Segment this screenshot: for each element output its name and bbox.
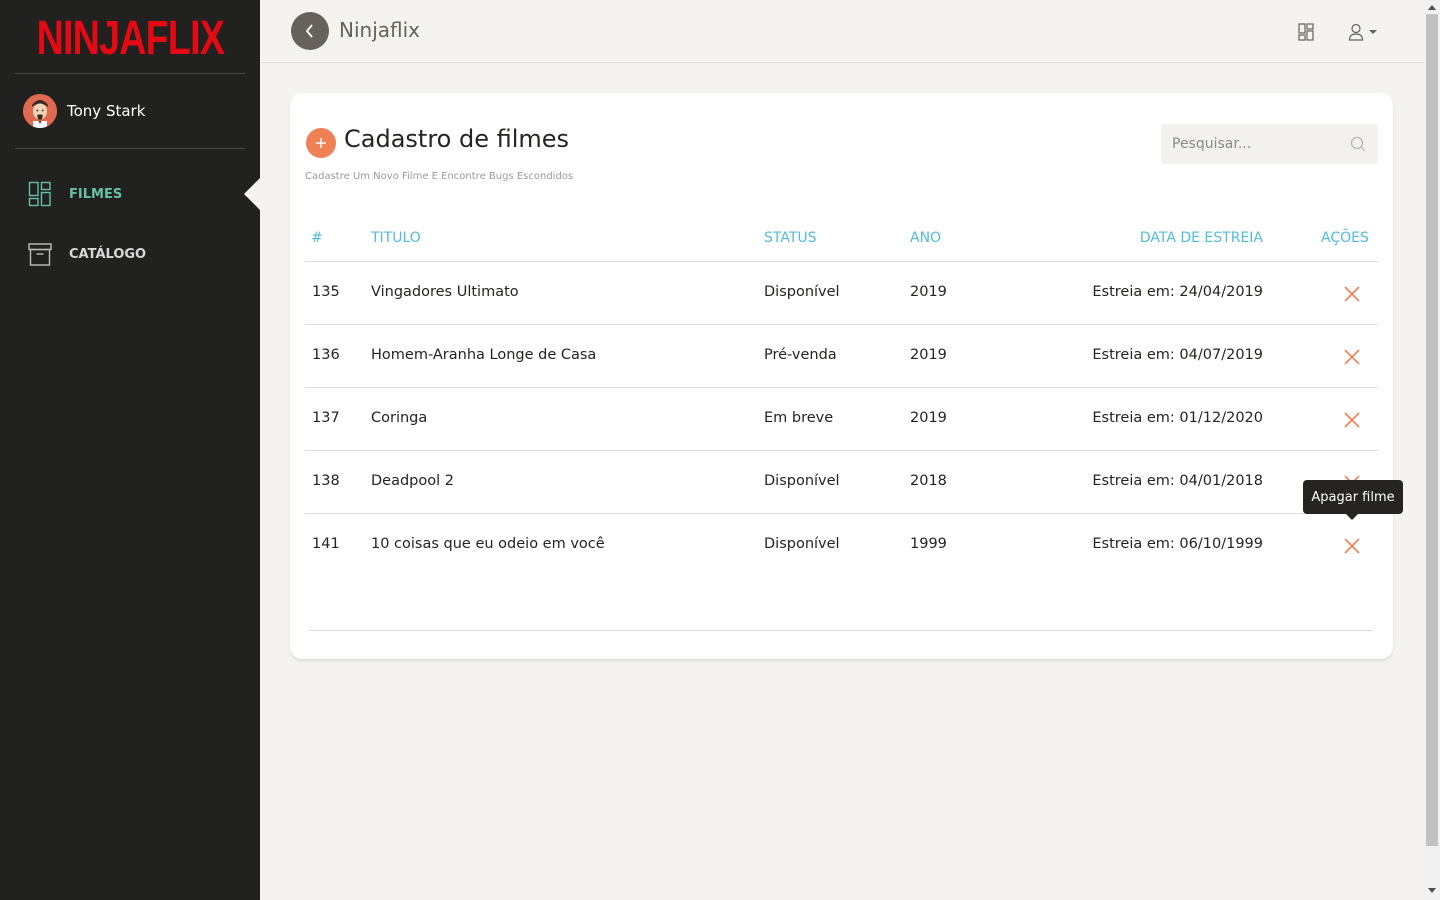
cell-title: Homem-Aranha Longe de Casa — [371, 347, 597, 363]
th-year: ANO — [910, 230, 942, 246]
tooltip-text: Apagar filme — [1311, 489, 1395, 505]
table-row: 135 Vingadores Ultimato Disponível 2019 … — [305, 261, 1378, 324]
scroll-down-icon[interactable] — [1428, 888, 1436, 893]
archive-icon — [28, 241, 52, 267]
cell-title: Coringa — [371, 410, 428, 426]
topbar: Ninjaflix — [260, 0, 1424, 63]
cell-release: Estreia em: 04/07/2019 — [1092, 347, 1263, 363]
add-movie-button[interactable] — [306, 128, 336, 158]
scrollbar[interactable] — [1424, 0, 1440, 900]
sidebar-item-label: CATÁLOGO — [69, 246, 147, 262]
cell-status: Disponível — [764, 473, 840, 489]
scroll-up-icon[interactable] — [1428, 5, 1436, 10]
delete-icon[interactable] — [1344, 349, 1360, 365]
back-button[interactable] — [291, 12, 329, 50]
sidebar: NINJAFLIX Tony Stark FILMES CATÁLOGO — [0, 0, 260, 900]
user-profile[interactable]: Tony Stark — [15, 74, 245, 149]
table-row: 136 Homem-Aranha Longe de Casa Pré-venda… — [305, 324, 1378, 387]
caret-down-icon — [1369, 30, 1377, 34]
cell-year: 2018 — [910, 473, 947, 489]
cell-id: 138 — [312, 473, 340, 489]
tooltip: Apagar filme — [1303, 480, 1403, 520]
chevron-left-icon — [305, 24, 313, 38]
page-title: Ninjaflix — [339, 18, 420, 42]
active-indicator — [244, 178, 260, 210]
cell-year: 2019 — [910, 347, 947, 363]
cell-status: Pré-venda — [764, 347, 837, 363]
table-row: 141 10 coisas que eu odeio em você Dispo… — [305, 513, 1378, 576]
th-id: # — [311, 230, 323, 246]
user-icon — [1348, 23, 1364, 41]
delete-icon[interactable] — [1344, 412, 1360, 428]
cell-id: 136 — [312, 347, 340, 363]
sidebar-item-catalogo[interactable]: CATÁLOGO — [28, 240, 248, 268]
search-box — [1161, 124, 1378, 164]
card-footer-divider — [309, 630, 1373, 631]
dashboard-icon — [28, 181, 52, 207]
cell-release: Estreia em: 01/12/2020 — [1092, 410, 1263, 426]
logo-text: NINJAFLIX — [36, 10, 224, 65]
card-title: Cadastro de filmes — [344, 125, 570, 153]
cell-year: 2019 — [910, 410, 947, 426]
card-subtitle: Cadastre Um Novo Filme E Encontre Bugs E… — [305, 171, 574, 182]
cell-release: Estreia em: 04/01/2018 — [1092, 473, 1263, 489]
cell-status: Em breve — [764, 410, 834, 426]
cell-year: 1999 — [910, 536, 947, 552]
dashboard-icon[interactable] — [1298, 23, 1314, 41]
delete-icon[interactable] — [1344, 286, 1360, 302]
cell-release: Estreia em: 24/04/2019 — [1092, 284, 1263, 300]
cell-release: Estreia em: 06/10/1999 — [1092, 536, 1263, 552]
cell-title: 10 coisas que eu odeio em você — [371, 536, 605, 552]
cell-status: Disponível — [764, 284, 840, 300]
th-title: TITULO — [371, 230, 421, 246]
movies-card: Cadastro de filmes Cadastre Um Novo Film… — [290, 93, 1393, 659]
scrollbar-thumb[interactable] — [1426, 14, 1438, 846]
avatar — [23, 94, 57, 128]
sidebar-item-filmes[interactable]: FILMES — [28, 180, 248, 208]
delete-icon[interactable] — [1344, 538, 1360, 554]
cell-year: 2019 — [910, 284, 947, 300]
th-release: DATA DE ESTREIA — [1139, 230, 1263, 246]
th-actions: AÇÕES — [1321, 230, 1369, 246]
user-name: Tony Stark — [67, 102, 146, 120]
table-row: 138 Deadpool 2 Disponível 2018 Estreia e… — [305, 450, 1378, 513]
logo[interactable]: NINJAFLIX — [15, 10, 245, 74]
search-input[interactable] — [1172, 136, 1342, 152]
search-icon[interactable] — [1350, 136, 1366, 152]
sidebar-item-label: FILMES — [69, 186, 123, 202]
user-menu-button[interactable] — [1348, 23, 1382, 41]
cell-id: 135 — [312, 284, 340, 300]
plus-icon — [316, 138, 326, 148]
cell-title: Deadpool 2 — [371, 473, 454, 489]
table-row: 137 Coringa Em breve 2019 Estreia em: 01… — [305, 387, 1378, 450]
cell-id: 137 — [312, 410, 340, 426]
cell-id: 141 — [312, 536, 340, 552]
th-status: STATUS — [764, 230, 817, 246]
cell-title: Vingadores Ultimato — [371, 284, 519, 300]
cell-status: Disponível — [764, 536, 840, 552]
